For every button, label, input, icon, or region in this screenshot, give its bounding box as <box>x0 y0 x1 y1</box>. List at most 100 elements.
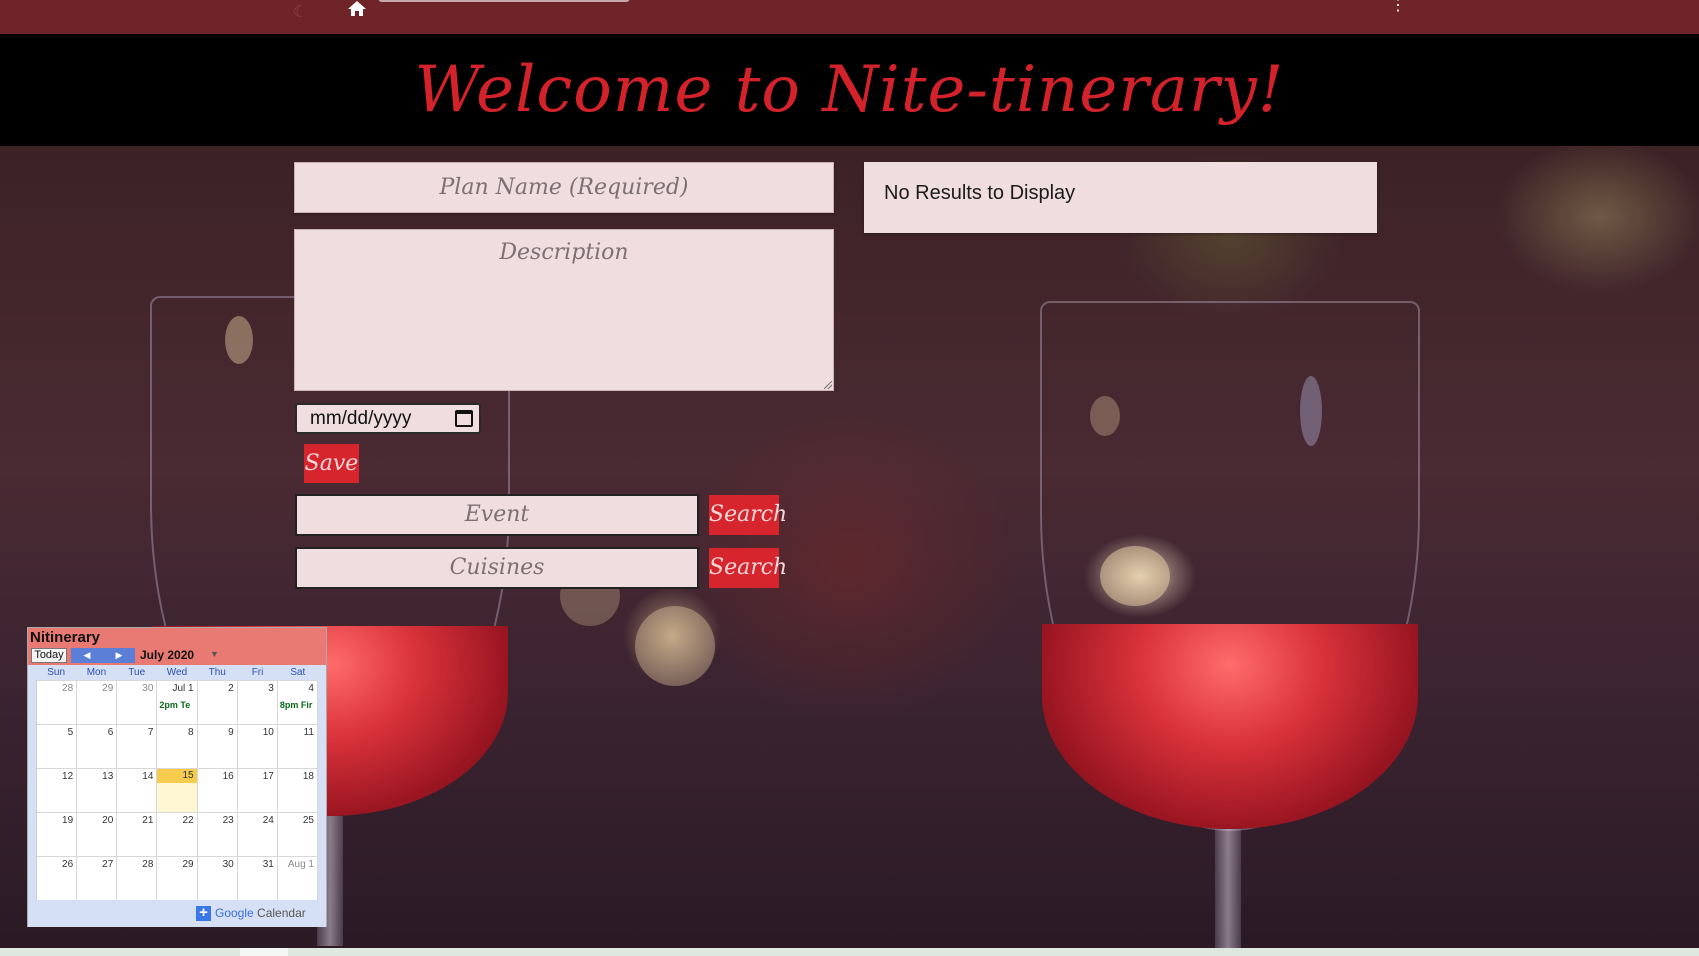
plan-name-input[interactable]: Plan Name (Required) <box>294 162 834 213</box>
resize-handle-icon[interactable] <box>824 381 832 389</box>
calendar-day[interactable]: 19 <box>37 813 78 856</box>
calendar-day[interactable]: 20 <box>77 813 118 856</box>
calendar-day[interactable]: 21 <box>117 813 158 856</box>
month-label: July 2020 <box>140 648 195 662</box>
day-number: Aug 1 <box>287 859 314 870</box>
calendar-day[interactable]: 23 <box>198 813 238 856</box>
calendar-nav: Today ◀ ▶ July 2020 ▼ <box>30 646 324 664</box>
calendar-week: 12 13 14 15 16 17 18 <box>37 768 318 812</box>
calendar-day[interactable]: 5 <box>37 725 78 768</box>
calendar-event[interactable]: 8pm Fir <box>280 700 317 710</box>
address-bar[interactable] <box>378 0 630 2</box>
calendar-day[interactable]: 6 <box>77 725 118 768</box>
day-number: 6 <box>107 727 114 738</box>
calendar-day[interactable]: 24 <box>238 813 278 856</box>
calendar-day[interactable]: 29 <box>157 857 198 900</box>
calendar-day[interactable]: 25 <box>278 813 318 856</box>
description-textarea[interactable]: Description <box>294 229 834 391</box>
calendar-event[interactable]: 2pm Te <box>159 700 196 710</box>
day-number: 29 <box>102 683 114 694</box>
moon-icon[interactable]: ☾ <box>293 2 313 22</box>
day-number: 7 <box>147 727 154 738</box>
calendar-day[interactable]: 7 <box>117 725 158 768</box>
glass-stem-right <box>1215 829 1241 948</box>
calendar-day[interactable]: 30 <box>117 681 158 724</box>
calendar-day[interactable]: 11 <box>278 725 318 768</box>
calendar-day[interactable]: 10 <box>238 725 278 768</box>
calendar-day[interactable]: 17 <box>238 769 278 812</box>
description-placeholder: Description <box>499 240 629 265</box>
weekday-label: Mon <box>86 667 107 678</box>
save-button[interactable]: Save <box>304 444 359 483</box>
day-number: 24 <box>262 815 274 826</box>
calendar-day[interactable]: 26 <box>37 857 78 900</box>
day-number: 22 <box>182 815 194 826</box>
add-to-calendar-icon[interactable]: + <box>196 905 211 921</box>
day-number: 16 <box>222 771 234 782</box>
calendar-weeks: 28 29 30 Jul 1 2pm Te 2 3 4 8pm Fir 5 6 7 … <box>36 680 318 900</box>
calendar-day[interactable]: 30 <box>198 857 238 900</box>
day-number: 13 <box>102 771 114 782</box>
day-number: 30 <box>142 683 154 694</box>
calendar-day[interactable]: 29 <box>77 681 118 724</box>
today-button[interactable]: Today <box>31 648 67 663</box>
calendar-day[interactable]: 31 <box>238 857 278 900</box>
weekday-label: Thu <box>208 667 226 678</box>
calendar-day-today[interactable]: 15 <box>157 769 198 812</box>
day-number: 17 <box>262 771 274 782</box>
calendar-day[interactable]: 9 <box>198 725 238 768</box>
day-number: 3 <box>268 683 274 694</box>
date-placeholder: mm/dd/yyyy <box>310 408 412 429</box>
calendar-grid: Sun Mon Tue Wed Thu Fri Sat 28 29 30 Jul… <box>28 665 326 901</box>
calendar-day[interactable]: 28 <box>117 857 158 900</box>
calendar-day[interactable]: 18 <box>278 769 318 812</box>
calendar-day[interactable]: 3 <box>238 681 278 724</box>
next-month-icon[interactable]: ▶ <box>103 648 135 663</box>
day-number: 28 <box>62 683 74 694</box>
calendar-day[interactable]: 8 <box>157 725 198 768</box>
home-icon[interactable] <box>345 0 369 16</box>
prev-month-icon[interactable]: ◀ <box>71 648 103 663</box>
cuisines-search-button[interactable]: Search <box>709 548 787 588</box>
day-number: 2 <box>228 683 234 694</box>
month-dropdown-icon[interactable]: ▼ <box>210 649 219 659</box>
day-number: 25 <box>302 815 314 826</box>
calendar-day[interactable]: 2 <box>198 681 238 724</box>
calendar-week: 26 27 28 29 30 31 Aug 1 <box>37 856 318 900</box>
calendar-week: 19 20 21 22 23 24 25 <box>37 812 318 856</box>
event-search-button[interactable]: Search <box>709 495 787 535</box>
calendar-icon[interactable] <box>455 410 473 427</box>
calendar-title: Nitinerary <box>30 629 101 646</box>
cuisines-search-input[interactable]: Cuisines <box>295 547 699 589</box>
google-calendar-brand[interactable]: Google Calendar <box>215 906 306 920</box>
calendar-day[interactable]: 14 <box>117 769 158 812</box>
calendar-day[interactable]: 27 <box>77 857 118 900</box>
calendar-footer: + Google Calendar <box>28 901 326 927</box>
calendar-week: 28 29 30 Jul 1 2pm Te 2 3 4 8pm Fir <box>37 680 318 724</box>
weekday-label: Fri <box>251 667 264 678</box>
weekday-header: Sun Mon Tue Wed Thu Fri Sat <box>36 665 318 680</box>
site-header: Welcome to Nite-tinerary! <box>0 34 1699 146</box>
wine-right <box>1042 624 1418 829</box>
weekday-label: Wed <box>166 667 188 678</box>
event-search-input[interactable]: Event <box>295 494 699 536</box>
day-number: 31 <box>262 859 274 870</box>
day-number: 15 <box>157 769 197 783</box>
day-number: 29 <box>182 859 194 870</box>
bottom-strip-segment <box>240 948 288 956</box>
day-number: 23 <box>222 815 234 826</box>
calendar-day[interactable]: 16 <box>198 769 238 812</box>
results-message: No Results to Display <box>884 182 1076 204</box>
day-number: 14 <box>142 771 154 782</box>
calendar-day[interactable]: 22 <box>157 813 198 856</box>
bokeh-light <box>635 606 715 686</box>
more-options-icon[interactable]: ⋮ <box>1390 0 1406 16</box>
calendar-day[interactable]: 28 <box>37 681 78 724</box>
calendar-day[interactable]: 12 <box>37 769 78 812</box>
calendar-day[interactable]: 4 8pm Fir <box>278 681 318 724</box>
calendar-day[interactable]: 13 <box>77 769 118 812</box>
date-input[interactable]: mm/dd/yyyy <box>295 403 481 434</box>
calendar-day[interactable]: Jul 1 2pm Te <box>157 681 198 724</box>
google-calendar-widget: Nitinerary Today ◀ ▶ July 2020 ▼ Sun Mon… <box>27 627 327 927</box>
calendar-day[interactable]: Aug 1 <box>278 857 318 900</box>
